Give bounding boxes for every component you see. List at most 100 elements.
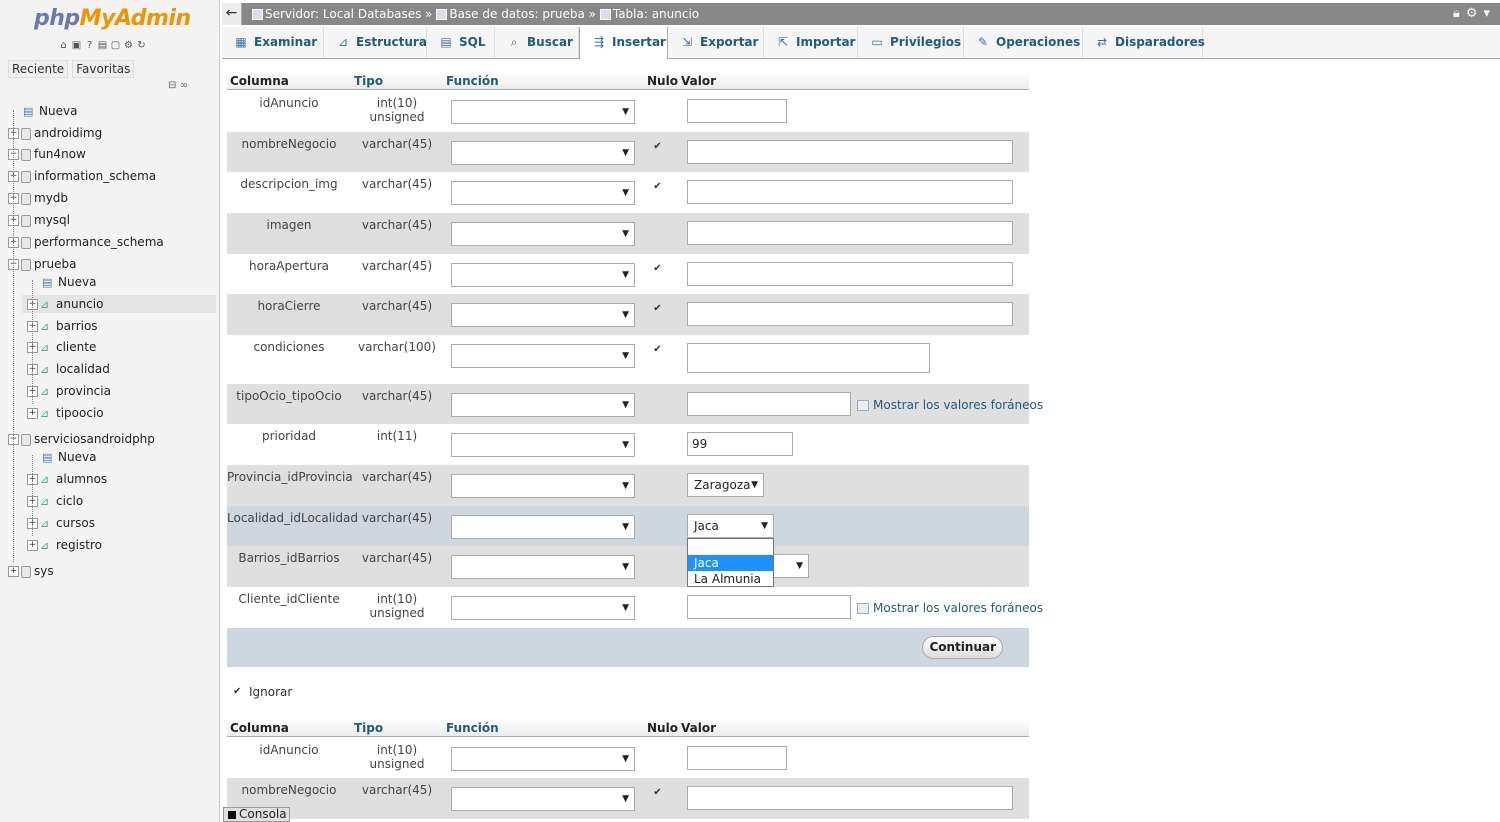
tab-examinar[interactable]: ▦ Examinar	[222, 27, 324, 58]
provincia-select[interactable]: Zaragoza	[687, 473, 764, 497]
tab-buscar[interactable]: ⌕ Buscar	[495, 27, 579, 58]
tree-item-information-schema[interactable]: + information_schema	[8, 167, 156, 185]
value-input[interactable]	[687, 99, 787, 123]
tab-privilegios[interactable]: ▭ Privilegios	[858, 27, 964, 58]
tab-importar[interactable]: ⇱ Importar	[764, 27, 858, 58]
tree-item-nueva[interactable]: ▤ Nueva	[8, 102, 77, 120]
tab-sql[interactable]: ▤ SQL	[427, 27, 495, 58]
breadcrumb-database[interactable]: Base de datos: prueba	[449, 7, 585, 21]
tree-item-performance-schema[interactable]: + performance_schema	[8, 233, 164, 251]
header-function[interactable]: Función	[446, 74, 499, 88]
tree-item-sys[interactable]: + sys	[8, 562, 54, 580]
value-input[interactable]	[687, 221, 1013, 245]
value-input[interactable]	[687, 180, 1013, 204]
docs-icon[interactable]: ▤	[97, 40, 108, 51]
tree-item-cursos[interactable]: + ⊿ cursos	[27, 514, 95, 532]
back-arrow-icon[interactable]: ←	[222, 3, 242, 25]
tree-item-androidimg[interactable]: + androidimg	[8, 124, 102, 142]
function-select[interactable]	[451, 100, 635, 124]
function-select[interactable]	[451, 433, 635, 457]
breadcrumb-table[interactable]: Tabla: anuncio	[613, 7, 699, 21]
expand-icon[interactable]: +	[27, 408, 38, 419]
value-input[interactable]	[687, 343, 930, 373]
expand-icon[interactable]: +	[27, 540, 38, 551]
logout-icon[interactable]: ▣	[71, 40, 82, 51]
null-checkbox[interactable]: ✔	[652, 304, 663, 315]
ignore-checkbox[interactable]: ✔	[233, 687, 244, 698]
expand-icon[interactable]: +	[8, 566, 19, 577]
tree-item-cliente[interactable]: + ⊿ cliente	[27, 338, 96, 356]
value-input[interactable]	[687, 262, 1013, 286]
function-select[interactable]	[451, 263, 635, 287]
dropdown-option-jaca[interactable]: Jaca	[688, 555, 773, 571]
tree-item-serviciosandroidphp[interactable]: − serviciosandroidphp	[8, 430, 155, 448]
tree-item-prueba[interactable]: − prueba	[8, 255, 77, 273]
tree-item-nueva[interactable]: ▤ Nueva	[27, 273, 96, 291]
function-select[interactable]	[451, 222, 635, 246]
value-input[interactable]	[687, 786, 1013, 810]
tree-item-fun4now[interactable]: − fun4now	[8, 145, 86, 163]
continue-button[interactable]: Continuar	[922, 636, 1003, 659]
localidad-dropdown-list[interactable]: Jaca La Almunia	[687, 538, 774, 587]
collapse-all-icon[interactable]: ⊟	[168, 80, 176, 91]
gear-icon[interactable]: ⚙	[1466, 6, 1478, 21]
value-input[interactable]	[687, 392, 851, 416]
console-tab[interactable]: Consola	[223, 807, 290, 822]
copy-icon[interactable]: ▢	[110, 40, 121, 51]
null-checkbox[interactable]: ✔	[652, 142, 663, 153]
tree-item-tipoocio[interactable]: + ⊿ tipoocio	[27, 404, 104, 422]
phpmyadmin-logo[interactable]: phpMyAdmin	[34, 6, 191, 31]
help-icon[interactable]: ?	[84, 40, 95, 51]
header-type[interactable]: Tipo	[354, 721, 383, 735]
tree-item-ciclo[interactable]: + ⊿ ciclo	[27, 492, 83, 510]
function-select[interactable]	[451, 181, 635, 205]
null-checkbox[interactable]: ✔	[652, 182, 663, 193]
function-select[interactable]	[451, 787, 635, 811]
tab-operaciones[interactable]: ✎ Operaciones	[964, 27, 1083, 58]
dropdown-option-la-almunia[interactable]: La Almunia	[688, 571, 773, 587]
settings-icon[interactable]: ⚙	[123, 40, 134, 51]
header-function[interactable]: Función	[446, 721, 499, 735]
link-icon[interactable]: ∞	[180, 80, 188, 91]
value-input[interactable]	[687, 595, 851, 619]
menu-icon[interactable]: ▾	[1483, 6, 1490, 21]
header-type[interactable]: Tipo	[354, 74, 383, 88]
function-select[interactable]	[451, 596, 635, 620]
ignore-option[interactable]: ✔ Ignorar	[233, 685, 292, 699]
breadcrumb-server[interactable]: Servidor: Local Databases	[265, 7, 421, 21]
value-input[interactable]	[687, 140, 1013, 164]
tab-insertar[interactable]: ⇶ Insertar	[579, 27, 668, 59]
null-checkbox[interactable]: ✔	[652, 345, 663, 356]
tree-item-alumnos[interactable]: + ⊿ alumnos	[27, 470, 107, 488]
home-icon[interactable]: ⌂	[58, 40, 69, 51]
null-checkbox[interactable]: ✔	[652, 264, 663, 275]
function-select[interactable]	[451, 747, 635, 771]
show-foreign-values-link[interactable]: Mostrar los valores foráneos	[857, 398, 1043, 412]
tab-estructura[interactable]: ⊿ Estructura	[324, 27, 427, 58]
value-input[interactable]: 99	[687, 432, 793, 456]
tree-item-mysql[interactable]: + mysql	[8, 211, 70, 229]
lock-icon[interactable]: 🔒︎	[1453, 6, 1460, 21]
tab-disparadores[interactable]: ⇄ Disparadores	[1083, 27, 1205, 58]
tree-item-barrios[interactable]: + ⊿ barrios	[27, 317, 98, 335]
tree-item-provincia[interactable]: + ⊿ provincia	[27, 382, 111, 400]
value-input[interactable]	[687, 302, 1013, 326]
value-input[interactable]	[687, 746, 787, 770]
tree-item-localidad[interactable]: + ⊿ localidad	[27, 360, 110, 378]
function-select[interactable]	[451, 344, 635, 368]
tree-item-mydb[interactable]: + mydb	[8, 189, 68, 207]
function-select[interactable]	[451, 474, 635, 498]
function-select[interactable]	[451, 555, 635, 579]
tab-exportar[interactable]: ⇲ Exportar	[668, 27, 764, 58]
reload-icon[interactable]: ↻	[136, 40, 147, 51]
favorites-tab[interactable]: Favoritas	[72, 60, 135, 78]
localidad-select[interactable]: Jaca	[687, 514, 774, 538]
show-foreign-values-link[interactable]: Mostrar los valores foráneos	[857, 601, 1043, 615]
tree-item-nueva[interactable]: ▤ Nueva	[27, 448, 96, 466]
tree-item-registro[interactable]: + ⊿ registro	[27, 536, 102, 554]
dropdown-option[interactable]	[688, 539, 773, 555]
function-select[interactable]	[451, 515, 635, 539]
tree-item-anuncio[interactable]: + ⊿ anuncio	[22, 295, 216, 313]
function-select[interactable]	[451, 303, 635, 327]
recent-tab[interactable]: Reciente	[8, 60, 69, 78]
